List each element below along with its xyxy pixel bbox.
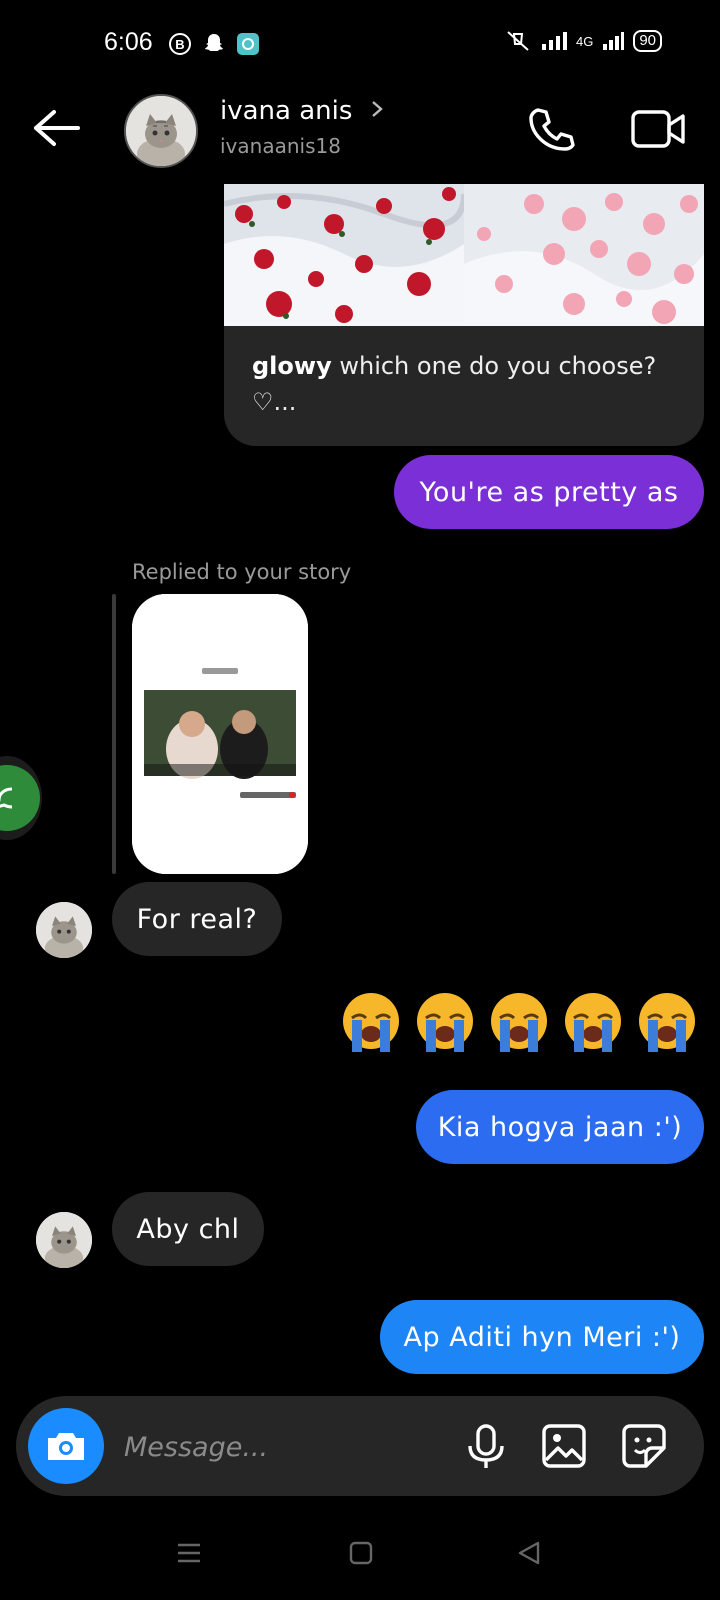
menu-icon: [178, 1543, 200, 1563]
video-call-button[interactable]: [630, 104, 686, 154]
sent-message-bubble[interactable]: Kia hogya jaan :'): [416, 1090, 704, 1164]
microphone-icon: [468, 1424, 504, 1468]
story-reply-label: Replied to your story: [132, 560, 352, 584]
nav-menu-button[interactable]: [176, 1540, 202, 1570]
home-square-icon: [349, 1541, 373, 1565]
call-button[interactable]: [526, 104, 576, 154]
story-preview[interactable]: [132, 594, 308, 874]
signal-icon-2: [603, 32, 625, 50]
post-caption-text: which one do you choose?: [331, 352, 657, 380]
contact-name[interactable]: ivana anis: [220, 96, 385, 126]
emoji-message[interactable]: [338, 990, 700, 1056]
sticker-button[interactable]: [620, 1422, 668, 1470]
status-time: 6:06: [104, 28, 153, 56]
message-input[interactable]: [122, 1424, 426, 1470]
sent-message-bubble[interactable]: Ap Aditi hyn Meri :'): [380, 1300, 704, 1374]
floating-chat-head[interactable]: [0, 756, 42, 840]
whatsapp-icon: [0, 765, 40, 831]
video-camera-icon: [631, 110, 685, 148]
silent-icon: [507, 31, 529, 51]
voice-message-button[interactable]: [464, 1422, 508, 1472]
back-button[interactable]: [30, 106, 82, 150]
nav-back-button[interactable]: [516, 1540, 542, 1570]
contact-username: ivanaanis18: [220, 134, 341, 158]
loudly-crying-face-icon: [639, 993, 695, 1052]
contact-avatar[interactable]: [124, 94, 198, 168]
phone-icon: [529, 108, 575, 151]
loudly-crying-face-icon: [565, 993, 621, 1052]
gallery-button[interactable]: [540, 1422, 588, 1470]
cat-avatar-image: [36, 902, 92, 958]
network-type: 4G: [575, 33, 594, 49]
post-caption-more: ♡...: [252, 388, 297, 416]
sent-message-bubble[interactable]: You're as pretty as: [394, 455, 704, 529]
reply-indicator-line: [112, 594, 116, 874]
received-message-bubble[interactable]: Aby chl: [112, 1192, 264, 1266]
back-triangle-icon: [518, 1541, 540, 1565]
cat-avatar-image: [126, 96, 196, 166]
post-author: glowy: [252, 352, 332, 380]
story-thumbnail: [132, 594, 308, 874]
loudly-crying-face-icon: [491, 993, 547, 1052]
post-image-red-roses: [224, 184, 464, 326]
snapchat-icon: [205, 34, 223, 51]
battery-icon: 90: [633, 30, 662, 52]
loudly-crying-face-icon: [343, 993, 399, 1052]
contact-avatar-small[interactable]: [36, 1212, 92, 1268]
post-caption: glowy which one do you choose? ♡...: [252, 348, 684, 420]
shared-post[interactable]: glowy which one do you choose? ♡...: [224, 184, 704, 446]
b-app-icon: B: [169, 33, 191, 55]
received-message-bubble[interactable]: For real?: [112, 882, 282, 956]
image-icon: [542, 1424, 586, 1468]
contact-avatar-small[interactable]: [36, 902, 92, 958]
sticker-icon: [622, 1424, 666, 1468]
camera-button[interactable]: [28, 1408, 104, 1484]
svg-text:B: B: [175, 37, 184, 52]
cat-avatar-image: [36, 1212, 92, 1268]
status-notification-icons: B: [168, 32, 260, 56]
nav-home-button[interactable]: [348, 1540, 374, 1570]
chevron-right-icon: [371, 101, 383, 117]
camera-icon: [48, 1433, 84, 1460]
signal-icon: [541, 32, 567, 50]
status-system-icons: 4G 90: [504, 30, 662, 52]
app-notification-icon: [237, 33, 259, 55]
back-arrow-icon: [34, 110, 80, 146]
loudly-crying-face-icon: [417, 993, 473, 1052]
post-image-pink-roses: [464, 184, 704, 326]
